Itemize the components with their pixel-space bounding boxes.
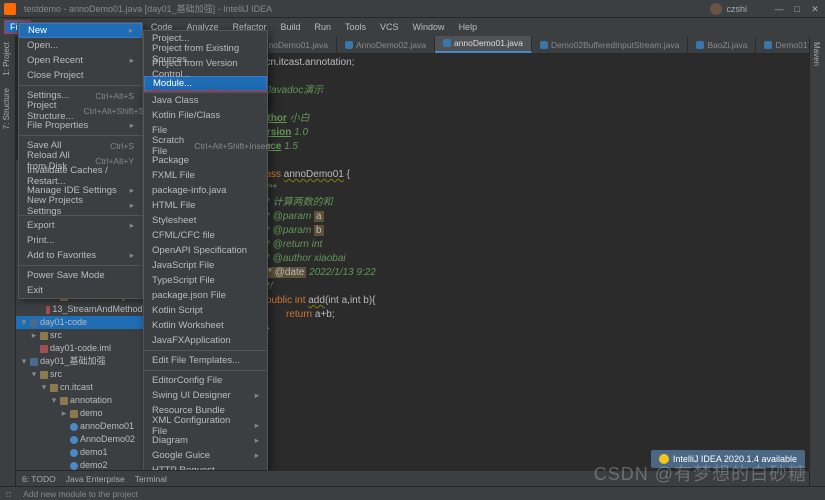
cls-icon xyxy=(70,462,78,470)
menu-item[interactable]: Java Class xyxy=(144,93,267,108)
close-button[interactable]: ✕ xyxy=(809,4,821,14)
menu-item[interactable]: OpenAPI Specification xyxy=(144,243,267,258)
toolwindow-maven[interactable]: Maven xyxy=(810,36,823,72)
todo-tab[interactable]: 6: TODO xyxy=(22,474,56,484)
menu-item[interactable]: Exit xyxy=(19,283,142,298)
menu-run[interactable]: Run xyxy=(309,20,338,34)
menu-item[interactable]: FXML File xyxy=(144,168,267,183)
user-badge[interactable]: czshi xyxy=(710,3,747,15)
titlebar: testdemo - annoDemo01.java [day01_基础加强] … xyxy=(0,0,825,18)
editor-tab[interactable]: BaoZi.java xyxy=(688,37,756,53)
terminal-tab[interactable]: Terminal xyxy=(135,474,167,484)
editor-tab[interactable]: Demo02BufferedInputStream.java xyxy=(532,37,688,53)
menu-item[interactable]: Add to Favorites▸ xyxy=(19,248,142,263)
menu-item[interactable]: EditorConfig File xyxy=(144,373,267,388)
minimize-button[interactable]: — xyxy=(773,4,785,14)
menu-item[interactable]: Close Project xyxy=(19,68,142,83)
menu-item[interactable]: Open... xyxy=(19,38,142,53)
status-icon[interactable]: □ xyxy=(0,489,17,499)
xml-icon xyxy=(40,345,48,353)
bottom-tool-tabs: 6: TODO Java Enterprise Terminal xyxy=(16,470,809,486)
editor-tab[interactable]: AnnoDemo02.java xyxy=(337,37,435,53)
status-message: Add new module to the project xyxy=(17,489,144,499)
menu-vcs[interactable]: VCS xyxy=(374,20,405,34)
app-logo-icon xyxy=(4,3,16,15)
menu-item[interactable]: Project Structure...Ctrl+Alt+Shift+S xyxy=(19,103,142,118)
new-submenu-bottom: Java ClassKotlin File/ClassFileScratch F… xyxy=(143,92,268,479)
cls-icon xyxy=(70,449,78,457)
menu-item[interactable]: Package xyxy=(144,153,267,168)
toolwindow-structure[interactable]: 7: Structure xyxy=(0,82,13,135)
menu-item[interactable]: Scratch FileCtrl+Alt+Shift+Insert xyxy=(144,138,267,153)
java-file-icon xyxy=(345,41,353,49)
cls-icon xyxy=(70,436,78,444)
mod-icon xyxy=(30,319,38,327)
update-notification[interactable]: IntelliJ IDEA 2020.1.4 available xyxy=(651,450,805,468)
java-file-icon xyxy=(443,39,451,47)
menu-item[interactable]: TypeScript File xyxy=(144,273,267,288)
java-file-icon xyxy=(696,41,704,49)
menu-item[interactable]: Kotlin Worksheet xyxy=(144,318,267,333)
menu-item[interactable]: Edit File Templates... xyxy=(144,353,267,368)
java-file-icon xyxy=(540,41,548,49)
code-editor[interactable]: age cn.itcast.annotation; 注解Javadoc演示 @a… xyxy=(240,54,809,486)
menu-window[interactable]: Window xyxy=(407,20,451,34)
editor-tab[interactable]: annoDemo01.java xyxy=(435,36,532,53)
menu-item[interactable]: Export▸ xyxy=(19,218,142,233)
xml-icon xyxy=(46,306,50,314)
menu-item[interactable]: File Properties▸ xyxy=(19,118,142,133)
left-tool-strip: 1: Project 7: Structure xyxy=(0,36,16,486)
menu-item[interactable]: Project from Version Control... xyxy=(144,61,267,76)
mod-icon xyxy=(30,358,38,366)
menu-item[interactable]: JavaScript File xyxy=(144,258,267,273)
window-title: testdemo - annoDemo01.java [day01_基础加强] … xyxy=(24,2,710,15)
menu-build[interactable]: Build xyxy=(274,20,306,34)
menu-item[interactable]: New▸ xyxy=(19,23,142,38)
dir-icon xyxy=(40,332,48,340)
toolwindow-project[interactable]: 1: Project xyxy=(0,36,13,82)
dir-icon xyxy=(60,397,68,405)
java-file-icon xyxy=(764,41,772,49)
right-tool-strip: Maven xyxy=(809,36,825,486)
menu-item[interactable]: Google Guice▸ xyxy=(144,448,267,463)
menu-item[interactable]: Print... xyxy=(19,233,142,248)
menu-item[interactable]: CFML/CFC file xyxy=(144,228,267,243)
menu-item[interactable]: New Projects Settings▸ xyxy=(19,198,142,213)
menu-help[interactable]: Help xyxy=(453,20,484,34)
menu-item[interactable]: Open Recent▸ xyxy=(19,53,142,68)
menu-item[interactable]: Stylesheet xyxy=(144,213,267,228)
menu-item[interactable]: package-info.java xyxy=(144,183,267,198)
menu-item[interactable]: Invalidate Caches / Restart... xyxy=(19,168,142,183)
avatar-icon xyxy=(710,3,722,15)
menu-item[interactable]: JavaFXApplication xyxy=(144,333,267,348)
editor-tabbar: annoDemo01.javaAnnoDemo02.javaannoDemo01… xyxy=(240,36,825,54)
dir-icon xyxy=(40,371,48,379)
menu-item[interactable]: XML Configuration File▸ xyxy=(144,418,267,433)
maximize-button[interactable]: □ xyxy=(791,4,803,14)
dir-icon xyxy=(70,410,78,418)
menu-item[interactable]: Kotlin File/Class xyxy=(144,108,267,123)
bulb-icon xyxy=(659,454,669,464)
cls-icon xyxy=(70,423,78,431)
menu-item[interactable]: HTML File xyxy=(144,198,267,213)
menu-item[interactable]: Swing UI Designer▸ xyxy=(144,388,267,403)
menu-tools[interactable]: Tools xyxy=(339,20,372,34)
javaee-tab[interactable]: Java Enterprise xyxy=(66,474,125,484)
menu-item[interactable]: Kotlin Script xyxy=(144,303,267,318)
statusbar: □ Add new module to the project xyxy=(0,486,825,500)
dir-icon xyxy=(50,384,58,392)
menu-item[interactable]: Power Save Mode xyxy=(19,268,142,283)
file-menu-dropdown: New▸Open...Open Recent▸Close ProjectSett… xyxy=(18,22,143,299)
menu-item[interactable]: package.json File xyxy=(144,288,267,303)
